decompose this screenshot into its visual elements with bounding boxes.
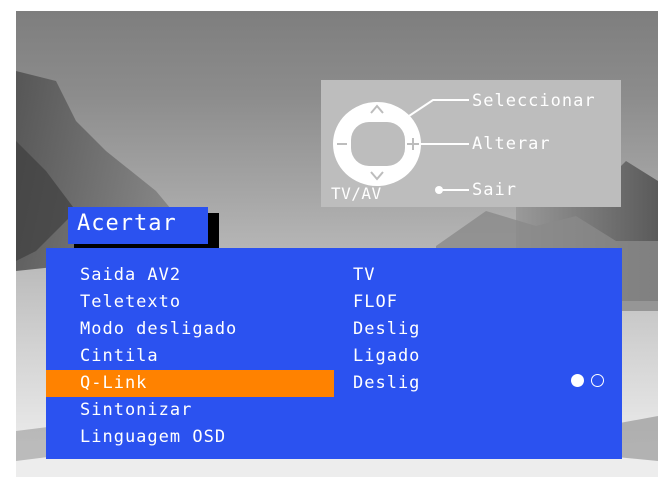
menu-item-label: Q-Link: [80, 373, 148, 393]
menu-item-label: Sintonizar: [80, 400, 193, 420]
menu-item-cintila[interactable]: Cintila Ligado: [46, 343, 622, 370]
tv-av-button-label: TV/AV: [331, 184, 382, 203]
menu-item-saida-av2[interactable]: Saida AV2 TV: [46, 262, 622, 289]
menu-item-sintonizar[interactable]: Sintonizar: [46, 397, 622, 424]
menu-item-label: Teletexto: [80, 292, 182, 312]
remote-help-panel: Seleccionar Alterar Sair TV/AV: [321, 80, 621, 207]
menu-item-linguagem-osd[interactable]: Linguagem OSD: [46, 424, 622, 451]
menu-item-teletexto[interactable]: Teletexto FLOF: [46, 289, 622, 316]
menu-item-label: Modo desligado: [80, 319, 238, 339]
menu-item-label: Cintila: [80, 346, 159, 366]
menu-item-label: Linguagem OSD: [80, 427, 227, 447]
menu-item-value: Deslig: [353, 373, 421, 393]
tv-screen: Seleccionar Alterar Sair TV/AV Acertar S…: [16, 11, 658, 477]
page-indicator-dots-icon: [568, 373, 612, 389]
menu-item-label: Saida AV2: [80, 265, 182, 285]
settings-menu: Saida AV2 TV Teletexto FLOF Modo desliga…: [46, 248, 622, 459]
menu-item-value: Ligado: [353, 346, 421, 366]
page-dot-inactive-icon: [591, 374, 604, 387]
menu-title: Acertar: [68, 207, 208, 244]
help-select-label: Seleccionar: [472, 91, 596, 111]
menu-item-value: TV: [353, 265, 376, 285]
menu-item-modo-desligado[interactable]: Modo desligado Deslig: [46, 316, 622, 343]
menu-item-q-link[interactable]: Q-Link Deslig: [46, 370, 622, 397]
help-exit-label: Sair: [472, 180, 517, 200]
help-change-label: Alterar: [472, 134, 551, 154]
page-dot-active-icon: [571, 374, 584, 387]
menu-item-value: Deslig: [353, 319, 421, 339]
menu-item-value: FLOF: [353, 292, 398, 312]
